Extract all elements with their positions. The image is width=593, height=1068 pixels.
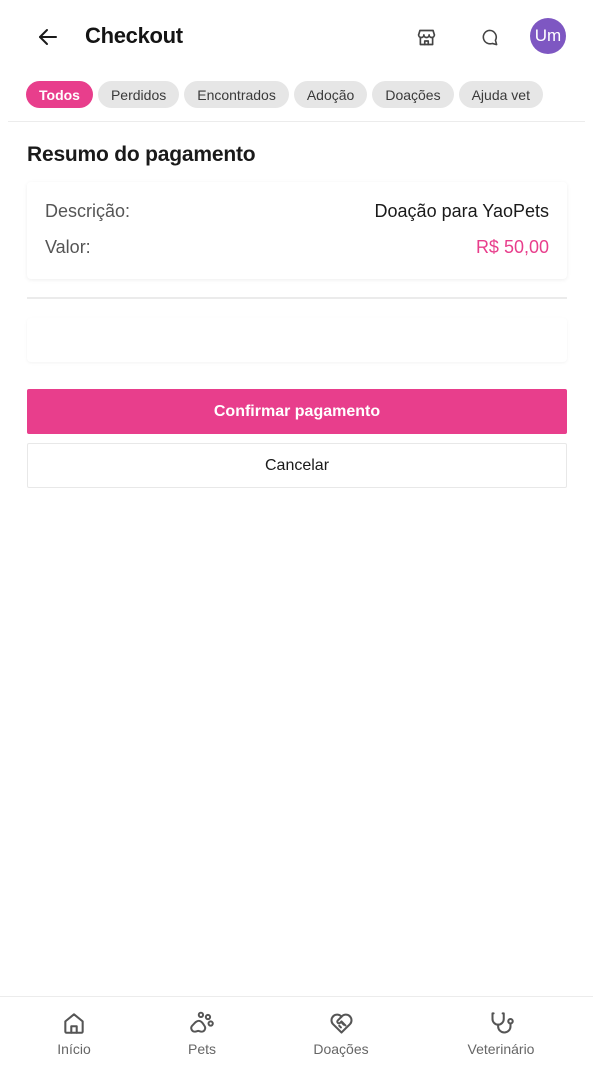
header-divider	[8, 121, 585, 122]
nav-item-veterinario[interactable]: Veterinário	[441, 997, 561, 1068]
nav-label-doacoes: Doações	[313, 1041, 369, 1057]
payment-summary-card: Descrição: Doação para YaoPets Valor: R$…	[27, 182, 567, 279]
amount-value: R$ 50,00	[475, 237, 549, 257]
app-header: Checkout Um	[0, 0, 593, 72]
page-title: Checkout	[85, 23, 183, 48]
chat-button[interactable]	[474, 22, 504, 52]
section-separator	[27, 297, 567, 299]
section-title: Resumo do pagamento	[27, 143, 256, 166]
confirm-payment-button[interactable]: Confirmar pagamento	[27, 389, 567, 434]
chip-ajuda-vet[interactable]: Ajuda vet	[458, 81, 543, 108]
amount-label: Valor:	[45, 237, 91, 257]
chip-todos[interactable]: Todos	[26, 81, 93, 108]
back-button[interactable]	[32, 22, 64, 52]
home-icon	[64, 1013, 84, 1034]
chip-encontrados[interactable]: Encontrados	[184, 81, 289, 108]
nav-label-inicio: Início	[57, 1041, 91, 1057]
paw-icon	[190, 1011, 214, 1033]
user-avatar[interactable]: Um	[530, 18, 566, 54]
chip-adocao[interactable]: Adoção	[293, 81, 368, 108]
arrow-left-icon	[39, 29, 57, 45]
category-chips: Todos Perdidos Encontrados Adoção Doaçõe…	[26, 81, 543, 108]
nav-label-pets: Pets	[187, 1041, 216, 1057]
chip-perdidos[interactable]: Perdidos	[97, 81, 180, 108]
cancel-button[interactable]: Cancelar	[27, 443, 567, 488]
nav-item-inicio[interactable]: Início	[14, 997, 134, 1068]
nav-item-pets[interactable]: Pets	[142, 997, 262, 1068]
stethoscope-icon	[490, 1011, 514, 1034]
chat-bubble-icon	[482, 29, 497, 45]
payment-method-placeholder	[27, 318, 567, 362]
heart-handshake-icon	[330, 1013, 352, 1034]
nav-label-veterinario: Veterinário	[467, 1041, 535, 1057]
chip-doacoes[interactable]: Doações	[372, 81, 454, 108]
nav-item-doacoes[interactable]: Doações	[281, 997, 401, 1068]
description-value: Doação para YaoPets	[374, 201, 549, 221]
bottom-nav: Início Pets Doações Veterinário	[0, 996, 593, 1068]
description-label: Descrição:	[45, 201, 131, 221]
store-button[interactable]	[411, 22, 441, 52]
store-icon	[417, 29, 435, 45]
